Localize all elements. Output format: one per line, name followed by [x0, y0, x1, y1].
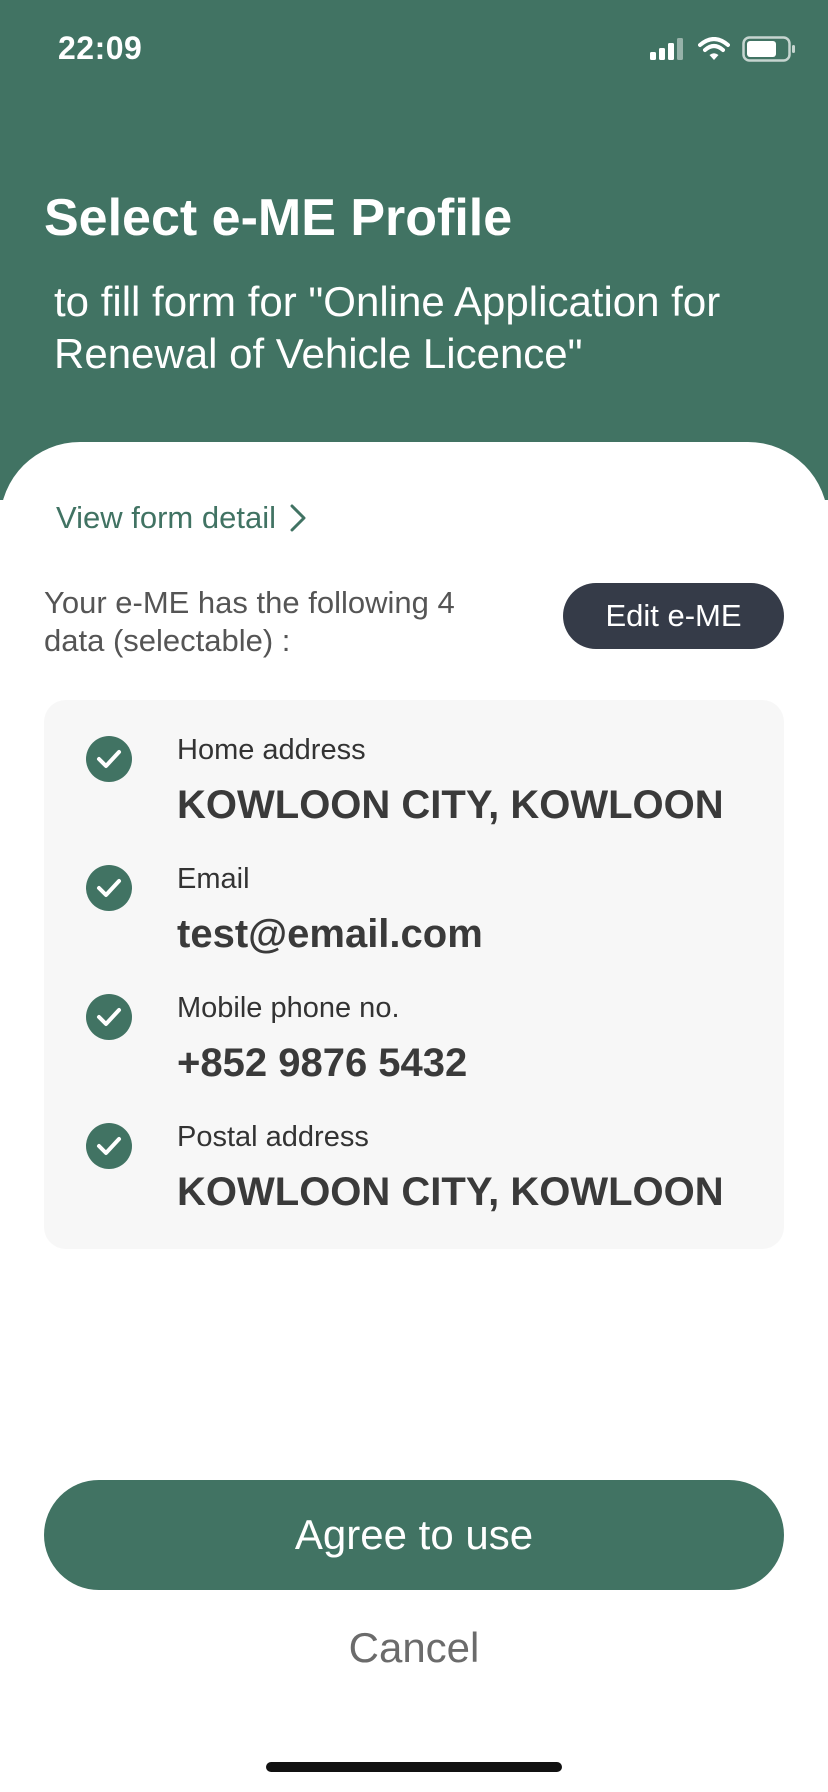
data-item-value: KOWLOON CITY, KOWLOON [177, 783, 724, 827]
agree-to-use-button[interactable]: Agree to use [44, 1480, 784, 1590]
data-item-label: Postal address [177, 1121, 369, 1153]
data-item-postal-address[interactable]: Postal address KOWLOON CITY, KOWLOON [44, 1087, 784, 1214]
header: 22:09 Select e-ME Profile to fill form f… [0, 0, 828, 500]
home-indicator[interactable] [266, 1762, 562, 1772]
page-subtitle: to fill form for "Online Application for… [54, 278, 721, 377]
view-form-detail-link[interactable]: View form detail [56, 500, 306, 536]
data-item-label: Home address [177, 734, 366, 766]
battery-icon [742, 36, 795, 62]
chevron-right-icon [290, 504, 306, 532]
checkmark-icon[interactable] [86, 865, 132, 911]
data-item-email[interactable]: Email test@email.com [44, 829, 784, 956]
checkmark-icon[interactable] [86, 736, 132, 782]
view-form-detail-label: View form detail [56, 500, 276, 535]
data-item-value: +852 9876 5432 [177, 1041, 468, 1085]
wifi-icon [698, 37, 730, 60]
data-item-value: test@email.com [177, 912, 483, 956]
status-icons [650, 36, 796, 62]
cellular-signal-icon [650, 38, 683, 60]
status-bar: 22:09 [0, 0, 828, 100]
data-item-home-address[interactable]: Home address KOWLOON CITY, KOWLOON [44, 700, 784, 827]
data-item-label: Email [177, 863, 250, 895]
edit-eme-button[interactable]: Edit e-ME [563, 583, 784, 649]
cancel-button[interactable]: Cancel [314, 1618, 514, 1678]
page-title: Select e-ME Profile [44, 189, 513, 247]
data-item-label: Mobile phone no. [177, 992, 400, 1024]
checkmark-icon[interactable] [86, 1123, 132, 1169]
status-time: 22:09 [58, 30, 143, 66]
data-item-mobile-phone[interactable]: Mobile phone no. +852 9876 5432 [44, 958, 784, 1085]
data-intro-text: Your e-ME has the following 4 data (sele… [44, 585, 455, 658]
data-item-value: KOWLOON CITY, KOWLOON [177, 1170, 724, 1214]
checkmark-icon[interactable] [86, 994, 132, 1040]
profile-data-card: Home address KOWLOON CITY, KOWLOON Email… [44, 700, 784, 1249]
